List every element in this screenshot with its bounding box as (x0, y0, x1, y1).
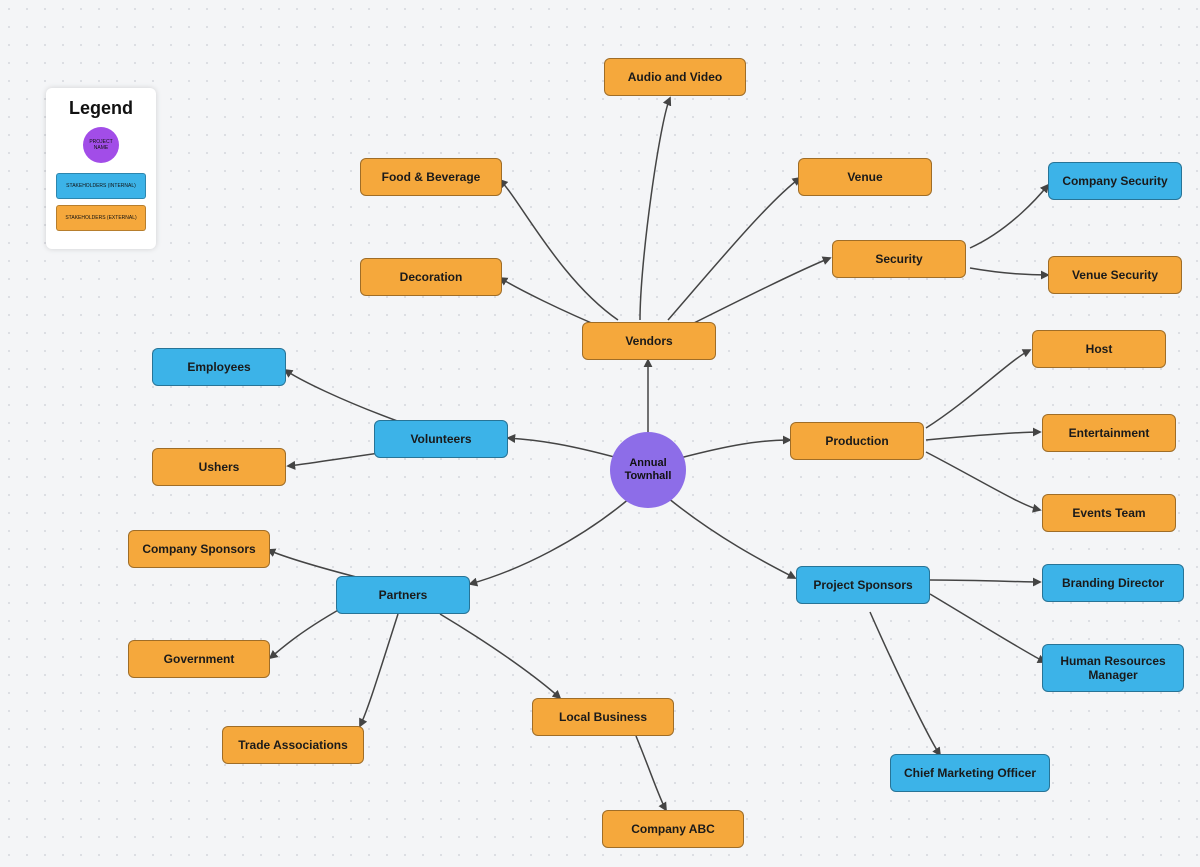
node-company-sponsors[interactable]: Company Sponsors (128, 530, 270, 568)
node-partners[interactable]: Partners (336, 576, 470, 614)
node-project-sponsors[interactable]: Project Sponsors (796, 566, 930, 604)
center-node[interactable]: Annual Townhall (610, 432, 686, 508)
node-decoration[interactable]: Decoration (360, 258, 502, 296)
legend-project-swatch: PROJECT NAME (83, 127, 119, 163)
legend-external-swatch: STAKEHOLDERS (EXTERNAL) (56, 205, 146, 231)
legend-panel[interactable]: Legend PROJECT NAME STAKEHOLDERS (INTERN… (46, 88, 156, 249)
node-hr-manager[interactable]: Human Resources Manager (1042, 644, 1184, 692)
edges-layer (0, 0, 1200, 867)
node-ushers[interactable]: Ushers (152, 448, 286, 486)
node-audio-video[interactable]: Audio and Video (604, 58, 746, 96)
center-label: Annual Townhall (616, 457, 680, 483)
node-trade-associations[interactable]: Trade Associations (222, 726, 364, 764)
node-host[interactable]: Host (1032, 330, 1166, 368)
diagram-canvas[interactable]: Annual Townhall Vendors Food & Beverage … (0, 0, 1200, 867)
node-branding-director[interactable]: Branding Director (1042, 564, 1184, 602)
node-cmo[interactable]: Chief Marketing Officer (890, 754, 1050, 792)
node-food-beverage[interactable]: Food & Beverage (360, 158, 502, 196)
legend-title: Legend (54, 98, 148, 119)
node-venue[interactable]: Venue (798, 158, 932, 196)
node-security[interactable]: Security (832, 240, 966, 278)
node-company-abc[interactable]: Company ABC (602, 810, 744, 848)
node-production[interactable]: Production (790, 422, 924, 460)
node-volunteers[interactable]: Volunteers (374, 420, 508, 458)
node-employees[interactable]: Employees (152, 348, 286, 386)
node-vendors[interactable]: Vendors (582, 322, 716, 360)
node-venue-security[interactable]: Venue Security (1048, 256, 1182, 294)
node-entertainment[interactable]: Entertainment (1042, 414, 1176, 452)
node-company-security[interactable]: Company Security (1048, 162, 1182, 200)
legend-internal-swatch: STAKEHOLDERS (INTERNAL) (56, 173, 146, 199)
node-government[interactable]: Government (128, 640, 270, 678)
node-local-business[interactable]: Local Business (532, 698, 674, 736)
node-events-team[interactable]: Events Team (1042, 494, 1176, 532)
